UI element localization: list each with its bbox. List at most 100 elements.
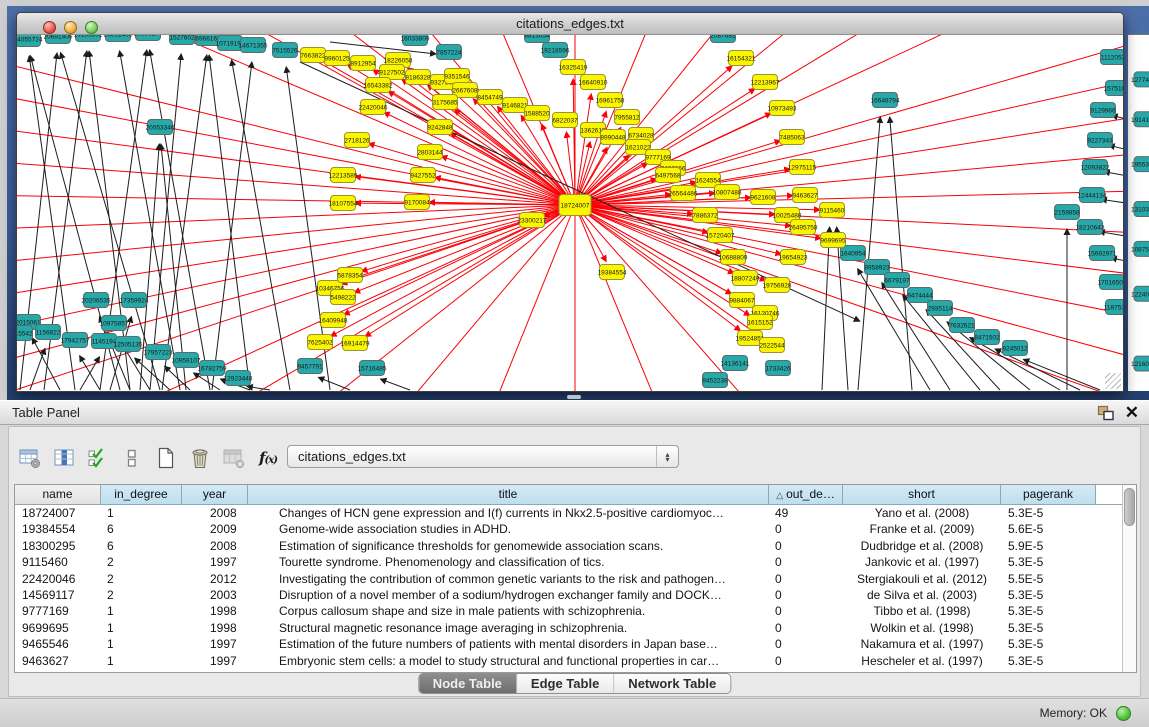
network-node[interactable]: 14136141 bbox=[721, 356, 750, 371]
network-node[interactable]: 9242848 bbox=[427, 120, 453, 135]
table-cell[interactable]: Jankovic et al. (1997) bbox=[843, 554, 1001, 570]
network-node[interactable]: 7632621 bbox=[949, 318, 975, 333]
network-node[interactable]: 9245012 bbox=[1002, 341, 1028, 356]
table-row[interactable]: 1938455462009Genome-wide association stu… bbox=[15, 521, 1122, 537]
table-cell[interactable]: Nakamura et al. (1997) bbox=[843, 636, 1001, 652]
network-node[interactable]: 11875309 bbox=[1104, 300, 1123, 315]
network-node[interactable]: 16914479 bbox=[341, 336, 370, 351]
tab-network-table[interactable]: Network Table bbox=[614, 674, 730, 693]
network-node[interactable]: 16640910 bbox=[579, 75, 608, 90]
network-node[interactable]: 7663822 bbox=[300, 48, 326, 63]
network-node[interactable]: 7886372 bbox=[692, 208, 718, 223]
new-table-button[interactable] bbox=[151, 444, 181, 472]
table-cell[interactable]: 2008 bbox=[182, 538, 248, 554]
network-node[interactable]: 7625402 bbox=[307, 335, 333, 350]
network-node[interactable]: 26495758 bbox=[789, 220, 818, 235]
network-node[interactable]: 16409948 bbox=[319, 313, 348, 328]
delete-rows-button[interactable] bbox=[185, 444, 215, 472]
column-header-title[interactable]: title bbox=[248, 485, 769, 505]
network-node[interactable]: 3175685 bbox=[432, 95, 458, 110]
table-cell[interactable]: 0 bbox=[769, 653, 843, 669]
network-node[interactable]: 7857224 bbox=[436, 45, 462, 60]
table-cell[interactable]: 2008 bbox=[182, 505, 248, 521]
network-node[interactable]: 15716485 bbox=[358, 361, 387, 376]
network-node[interactable]: 15692971 bbox=[1088, 246, 1117, 261]
table-row[interactable]: 977716911998Corpus callosum shape and si… bbox=[15, 603, 1122, 619]
table-cell[interactable]: 1 bbox=[101, 636, 182, 652]
table-cell[interactable]: 6 bbox=[101, 538, 182, 554]
network-node[interactable]: 1733426 bbox=[765, 361, 791, 376]
table-cell[interactable]: 6 bbox=[101, 521, 182, 537]
select-columns-button[interactable] bbox=[49, 444, 79, 472]
network-node[interactable]: 6497568 bbox=[655, 168, 681, 183]
table-cell[interactable]: 9777169 bbox=[15, 603, 101, 619]
table-cell[interactable]: 2 bbox=[101, 554, 182, 570]
table-cell[interactable]: Investigating the contribution of common… bbox=[248, 571, 769, 587]
table-cell[interactable]: 0 bbox=[769, 554, 843, 570]
network-node[interactable]: 9699695 bbox=[820, 233, 846, 248]
network-node[interactable]: 20206535 bbox=[82, 293, 111, 308]
table-row[interactable]: 946554611997Estimation of the future num… bbox=[15, 636, 1122, 652]
column-header-short[interactable]: short bbox=[843, 485, 1001, 505]
network-node[interactable]: 16782759 bbox=[198, 361, 227, 376]
network-node[interactable]: 12213967 bbox=[751, 75, 780, 90]
network-node[interactable]: 19384554 bbox=[598, 265, 627, 280]
table-cell[interactable]: 9115460 bbox=[15, 554, 101, 570]
network-node[interactable]: 20691406 bbox=[44, 35, 73, 44]
network-node[interactable]: 6679197 bbox=[884, 273, 910, 288]
table-cell[interactable]: 9463627 bbox=[15, 653, 101, 669]
network-node[interactable]: 14055724 bbox=[17, 35, 43, 47]
table-cell[interactable]: 5.3E-5 bbox=[1001, 603, 1096, 619]
network-node[interactable]: 9427552 bbox=[410, 168, 436, 183]
table-cell[interactable]: Franke et al. (2009) bbox=[843, 521, 1001, 537]
network-node[interactable]: 12093822 bbox=[1081, 160, 1110, 175]
network-node[interactable]: 23300217 bbox=[518, 213, 547, 228]
table-cell[interactable]: Hescheler et al. (1997) bbox=[843, 653, 1001, 669]
table-cell[interactable]: 2012 bbox=[182, 571, 248, 587]
table-cell[interactable]: 1997 bbox=[182, 653, 248, 669]
table-cell[interactable]: 22420046 bbox=[15, 571, 101, 587]
network-node[interactable]: 8471502 bbox=[974, 330, 1000, 345]
table-cell[interactable]: Estimation of the future numbers of pati… bbox=[248, 636, 769, 652]
network-node[interactable]: 7485063 bbox=[779, 130, 805, 145]
table-cell[interactable]: 5.3E-5 bbox=[1001, 620, 1096, 636]
network-node[interactable]: 19654923 bbox=[779, 250, 808, 265]
network-node[interactable]: 9884067 bbox=[729, 293, 755, 308]
table-cell[interactable]: 0 bbox=[769, 603, 843, 619]
scrollbar-thumb[interactable] bbox=[1124, 488, 1135, 526]
table-cell[interactable]: 5.6E-5 bbox=[1001, 521, 1096, 537]
table-cell[interactable]: 1997 bbox=[182, 554, 248, 570]
network-node[interactable]: 9351546 bbox=[444, 69, 470, 84]
network-node[interactable]: 2159858 bbox=[1054, 205, 1080, 220]
network-node[interactable]: 9452238 bbox=[702, 373, 728, 388]
column-header-year[interactable]: year bbox=[182, 485, 248, 505]
network-node[interactable]: 9474444 bbox=[907, 288, 933, 303]
network-node[interactable]: 2087682 bbox=[710, 35, 736, 43]
table-row[interactable]: 1872400712008Changes of HCN gene express… bbox=[15, 505, 1122, 521]
table-cell[interactable]: 18724007 bbox=[15, 505, 101, 521]
table-cell[interactable]: 5.3E-5 bbox=[1001, 636, 1096, 652]
table-cell[interactable]: 0 bbox=[769, 538, 843, 554]
table-cell[interactable]: 5.3E-5 bbox=[1001, 653, 1096, 669]
network-node[interactable]: 12444134 bbox=[1078, 188, 1107, 203]
table-cell[interactable]: Wolkin et al. (1998) bbox=[843, 620, 1001, 636]
network-node[interactable]: 10975857 bbox=[100, 316, 129, 331]
table-cell[interactable]: 9699695 bbox=[15, 620, 101, 636]
network-node[interactable]: 19756928 bbox=[763, 278, 792, 293]
table-cell[interactable]: 2003 bbox=[182, 587, 248, 603]
network-node[interactable]: 8990448 bbox=[600, 130, 626, 145]
table-cell[interactable]: Disruption of a novel member of a sodium… bbox=[248, 587, 769, 603]
column-header-out-de-[interactable]: △out_de… bbox=[769, 485, 843, 505]
table-cell[interactable]: de Silva et al. (2003) bbox=[843, 587, 1001, 603]
network-node[interactable]: 16961758 bbox=[596, 93, 625, 108]
table-cell[interactable]: Genome-wide association studies in ADHD. bbox=[248, 521, 769, 537]
network-node[interactable]: 8813054 bbox=[524, 35, 550, 43]
network-node[interactable]: 10807488 bbox=[713, 185, 742, 200]
table-cell[interactable]: 18300295 bbox=[15, 538, 101, 554]
network-node[interactable]: 20053346 bbox=[146, 120, 175, 135]
network-node[interactable]: 17957223 bbox=[144, 345, 173, 360]
network-node[interactable]: 2718126 bbox=[344, 133, 370, 148]
table-settings-button[interactable] bbox=[15, 444, 45, 472]
network-node[interactable]: 7955812 bbox=[614, 110, 640, 125]
network-node[interactable]: 19218596 bbox=[541, 43, 570, 58]
